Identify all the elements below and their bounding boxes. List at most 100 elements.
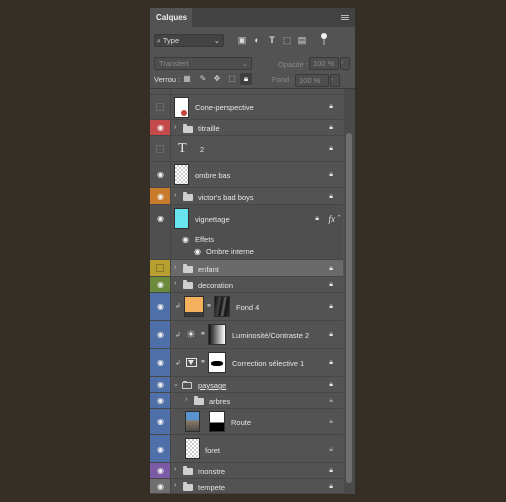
visibility-toggle[interactable]: ◉ bbox=[150, 479, 171, 493]
layer-row[interactable]: ◉ ↲ ⚭ Correction sélective 1 🔒︎ bbox=[150, 349, 343, 377]
fill-label: Fond : bbox=[272, 75, 294, 84]
filter-toggle-icon[interactable] bbox=[320, 31, 328, 45]
visibility-toggle[interactable]: ◉ bbox=[150, 188, 171, 204]
visibility-toggle[interactable] bbox=[150, 260, 171, 276]
lock-move-icon[interactable]: ✥ bbox=[211, 73, 223, 85]
fill-dropdown[interactable]: › bbox=[330, 74, 340, 87]
layer-row[interactable]: ◉ › arbres 🔒︎ bbox=[150, 393, 343, 409]
lock-transparent-icon[interactable]: ▦ bbox=[181, 73, 193, 85]
filter-smartobject-icon[interactable]: ▤ bbox=[296, 34, 308, 46]
layer-thumbnail bbox=[185, 438, 200, 459]
scrollbar-thumb[interactable] bbox=[346, 133, 352, 483]
layer-thumbnail bbox=[174, 164, 189, 185]
filter-adjustment-icon[interactable]: ◐ bbox=[251, 34, 263, 46]
filter-kind-select[interactable]: ⌕ Type ⌄ bbox=[154, 34, 224, 47]
eye-icon: ◉ bbox=[157, 380, 164, 389]
lock-icon: 🔒︎ bbox=[329, 145, 333, 152]
chevron-right-icon[interactable]: › bbox=[174, 280, 176, 287]
fill-field[interactable]: 100 % bbox=[295, 74, 329, 87]
visibility-toggle[interactable]: ◉ bbox=[150, 435, 171, 462]
layer-row[interactable]: ◉ Route 🔒︎ bbox=[150, 409, 343, 435]
layer-name: decoration bbox=[198, 281, 234, 290]
fx-icon[interactable]: fx bbox=[329, 214, 336, 224]
blend-mode-select[interactable]: Transfert ⌄ bbox=[154, 57, 252, 70]
filter-text-icon[interactable]: T bbox=[266, 34, 278, 46]
eye-icon[interactable]: ◉ bbox=[182, 235, 189, 244]
folder-icon bbox=[194, 396, 204, 405]
opacity-field[interactable]: 100 % bbox=[309, 57, 339, 70]
visibility-toggle[interactable] bbox=[150, 136, 171, 161]
layer-row[interactable]: ◉ ↲ ⚭ Fond 4 🔒︎ bbox=[150, 293, 343, 321]
visibility-toggle[interactable]: ◉ bbox=[150, 120, 171, 135]
eye-icon[interactable]: ◉ bbox=[194, 247, 201, 256]
link-icon[interactable]: ⚭ bbox=[200, 358, 206, 366]
chevron-down-icon: ⌄ bbox=[241, 59, 248, 68]
layer-row[interactable]: Cone-perspective 🔒︎ bbox=[150, 95, 343, 120]
layer-name: ombre bas bbox=[195, 171, 231, 180]
lock-icon: 🔒︎ bbox=[329, 483, 333, 490]
mask-thumbnail bbox=[214, 296, 230, 317]
folder-icon bbox=[183, 280, 193, 289]
visibility-toggle[interactable]: ◉ bbox=[150, 409, 171, 434]
layer-thumbnail bbox=[185, 411, 200, 432]
panel-menu-icon[interactable] bbox=[341, 15, 349, 16]
layer-row[interactable]: ◉ › titraille 🔒︎ bbox=[150, 120, 343, 136]
link-icon[interactable]: ⚭ bbox=[206, 302, 212, 310]
chevron-right-icon[interactable]: › bbox=[185, 396, 187, 403]
layer-row[interactable]: ◉ › tempete 🔒︎ bbox=[150, 479, 343, 494]
chevron-up-icon[interactable]: ⌃ bbox=[336, 214, 342, 222]
chevron-right-icon[interactable]: › bbox=[174, 192, 176, 199]
layer-name: monstre bbox=[198, 467, 226, 476]
layer-list: Cone-perspective 🔒︎ ◉ › titraille 🔒︎ T 2… bbox=[150, 89, 343, 494]
selective-color-icon bbox=[186, 358, 197, 367]
visibility-toggle[interactable]: ◉ bbox=[150, 277, 171, 292]
mask-thumbnail bbox=[209, 411, 225, 432]
layer-name: Luminosité/Contraste 2 bbox=[232, 331, 310, 340]
layer-row[interactable]: ◉ › monstre 🔒︎ bbox=[150, 463, 343, 479]
visibility-toggle[interactable]: ◉ bbox=[150, 349, 171, 376]
filter-shape-icon[interactable]: ⬚ bbox=[281, 34, 293, 46]
link-icon[interactable]: ⚭ bbox=[200, 330, 206, 338]
eye-icon: ◉ bbox=[157, 466, 164, 475]
lock-icon: 🔒︎ bbox=[329, 331, 333, 338]
lock-artboard-icon[interactable]: ⬚ bbox=[226, 73, 238, 85]
layer-row[interactable]: ◉ vignettage 🔒︎ fx ⌃ ◉ Effets ◉ Ombre in… bbox=[150, 205, 343, 260]
eye-icon: ◉ bbox=[157, 192, 164, 201]
chevron-right-icon[interactable]: › bbox=[174, 124, 176, 131]
chevron-right-icon[interactable]: › bbox=[174, 466, 176, 473]
visibility-toggle[interactable]: ◉ bbox=[150, 321, 171, 348]
filter-pixel-icon[interactable]: ▣ bbox=[236, 34, 248, 46]
layer-row[interactable]: ◉ ⌄ paysage 🔒︎ bbox=[150, 377, 343, 393]
lock-paint-icon[interactable]: ✎ bbox=[197, 73, 209, 85]
folder-icon bbox=[183, 466, 193, 475]
lock-icon: 🔒︎ bbox=[329, 171, 333, 178]
visibility-toggle[interactable]: ◉ bbox=[150, 205, 171, 259]
visibility-toggle[interactable] bbox=[150, 95, 171, 119]
eye-icon: ◉ bbox=[157, 482, 164, 491]
clip-arrow-icon: ↲ bbox=[175, 332, 181, 339]
visibility-toggle[interactable] bbox=[150, 89, 171, 94]
layer-row[interactable]: ◉ foret 🔒︎ bbox=[150, 435, 343, 463]
chevron-right-icon[interactable]: › bbox=[174, 264, 176, 271]
visibility-toggle[interactable]: ◉ bbox=[150, 293, 171, 320]
blend-mode-value: Transfert bbox=[159, 59, 189, 68]
chevron-right-icon[interactable]: › bbox=[174, 482, 176, 489]
layer-row[interactable]: ◉ ombre bas 🔒︎ bbox=[150, 162, 343, 188]
eye-icon: ◉ bbox=[157, 396, 164, 405]
visibility-toggle[interactable]: ◉ bbox=[150, 377, 171, 392]
layer-row[interactable]: ◉ › victor's bad boys 🔒︎ bbox=[150, 188, 343, 205]
tab-layers[interactable]: Calques bbox=[150, 8, 192, 27]
visibility-toggle[interactable]: ◉ bbox=[150, 463, 171, 478]
layer-row[interactable]: T 2 🔒︎ bbox=[150, 136, 343, 162]
clip-arrow-icon: ↲ bbox=[175, 303, 181, 310]
lock-icon: 🔒︎ bbox=[329, 124, 333, 131]
lock-all-icon[interactable]: 🔒︎ bbox=[240, 73, 252, 85]
chevron-down-icon[interactable]: ⌄ bbox=[173, 380, 179, 388]
text-layer-icon: T bbox=[178, 141, 187, 156]
visibility-toggle[interactable]: ◉ bbox=[150, 393, 171, 408]
layer-row[interactable]: ◉ › decoration 🔒︎ bbox=[150, 277, 343, 293]
layer-row[interactable]: › enfant 🔒︎ bbox=[150, 260, 343, 277]
visibility-toggle[interactable]: ◉ bbox=[150, 162, 171, 187]
layer-row[interactable]: ◉ ↲ ☀︎ ⚭ Luminosité/Contraste 2 🔒︎ bbox=[150, 321, 343, 349]
opacity-dropdown[interactable]: › bbox=[340, 57, 350, 70]
